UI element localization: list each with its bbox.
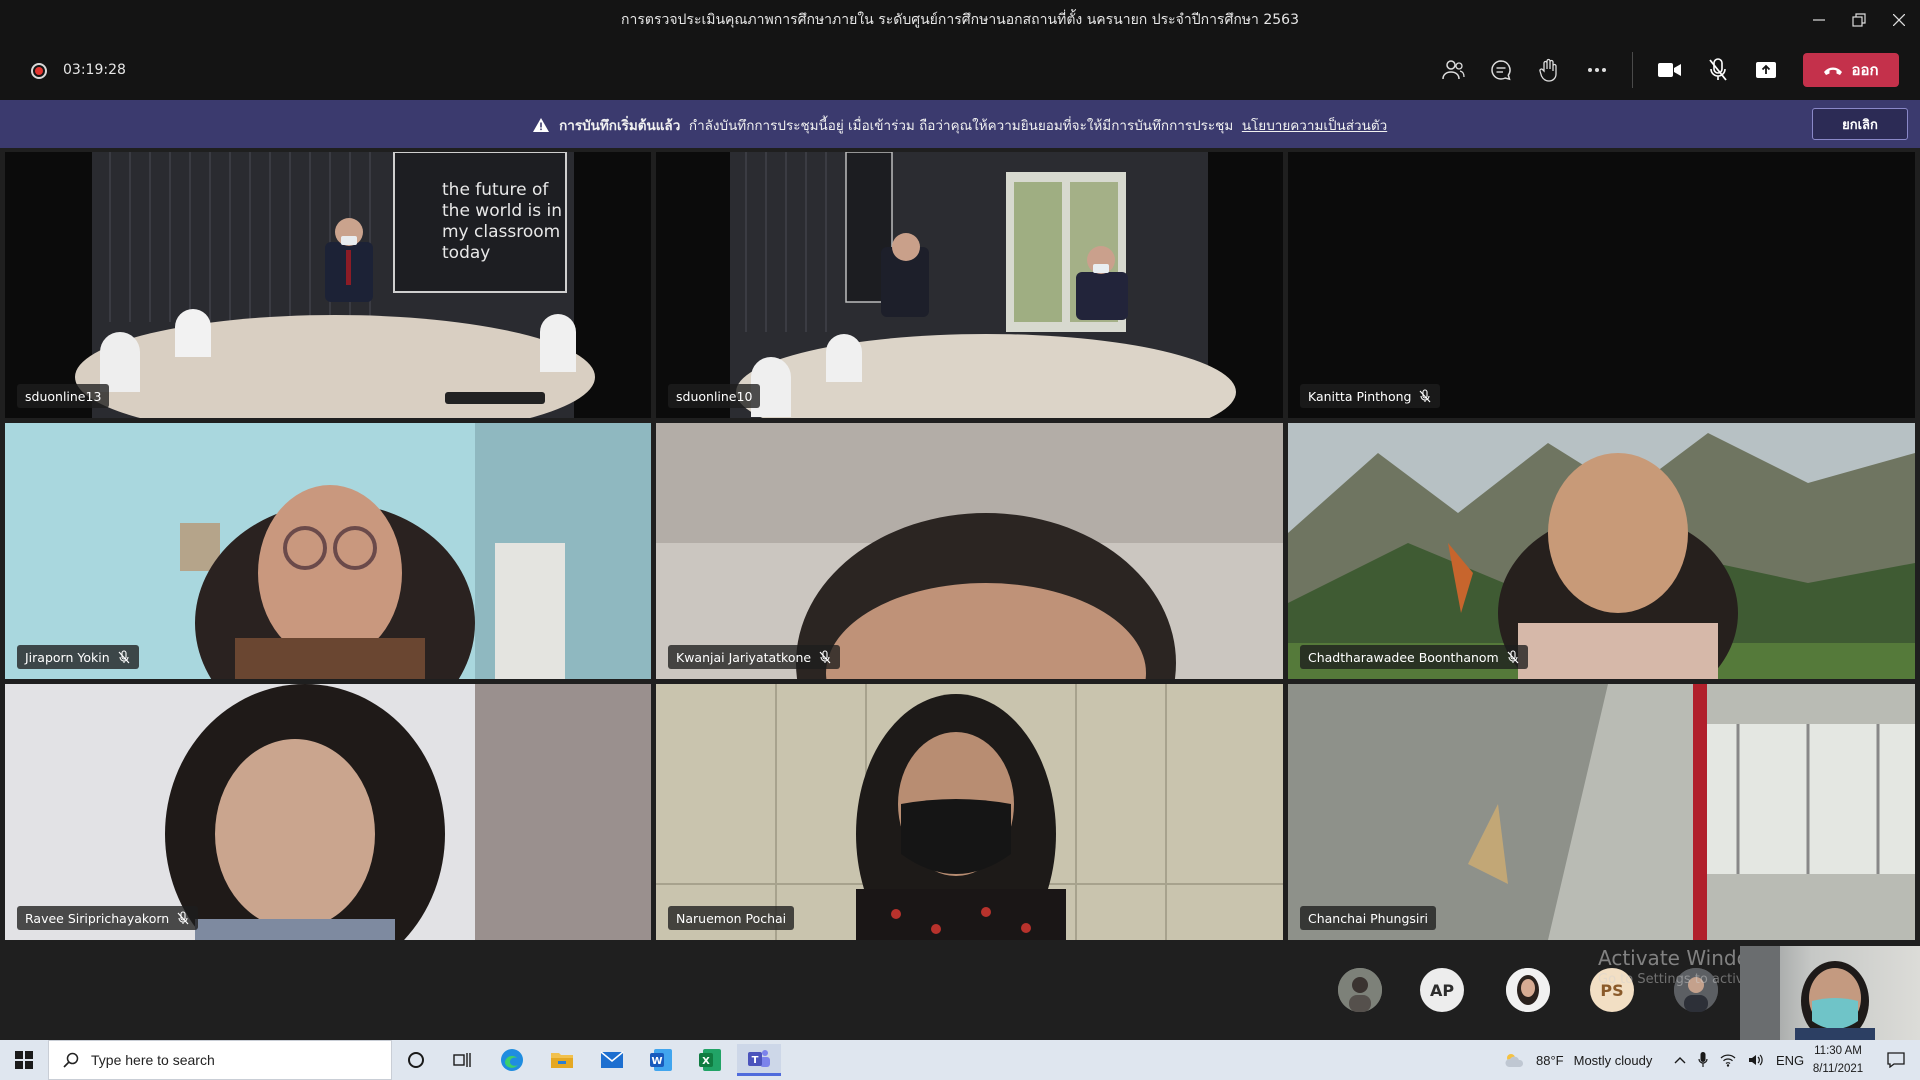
restore-icon[interactable] bbox=[1838, 0, 1880, 40]
participant-name: Naruemon Pochai bbox=[668, 906, 795, 930]
participant-video bbox=[656, 423, 1283, 679]
participant-video bbox=[5, 423, 651, 679]
video-tile[interactable]: Chanchai Phungsiri bbox=[1288, 684, 1915, 940]
video-tile[interactable]: Chadtharawadee Boonthanom bbox=[1288, 423, 1915, 679]
video-tile[interactable]: Kanitta Pinthong bbox=[1288, 152, 1915, 418]
close-icon[interactable] bbox=[1878, 0, 1920, 40]
participant-video bbox=[1288, 423, 1915, 679]
participant-avatar-initials[interactable]: AP bbox=[1420, 968, 1464, 1012]
conference-room-video bbox=[730, 152, 1236, 418]
chevron-up-icon[interactable] bbox=[1674, 1056, 1686, 1064]
phone-hangup-icon bbox=[1824, 67, 1843, 75]
svg-text:X: X bbox=[702, 1056, 710, 1067]
meeting-timer: 03:19:28 bbox=[63, 62, 126, 78]
wall-poster-text: the future of the world is in my classro… bbox=[442, 180, 562, 263]
participant-name: Chadtharawadee Boonthanom bbox=[1300, 645, 1528, 669]
warning-icon bbox=[532, 118, 549, 132]
task-view-icon[interactable] bbox=[441, 1044, 485, 1076]
microphone-icon[interactable] bbox=[1698, 1052, 1708, 1068]
participant-name: Chanchai Phungsiri bbox=[1300, 906, 1436, 930]
mic-off-icon bbox=[177, 911, 189, 925]
wifi-icon[interactable] bbox=[1720, 1053, 1736, 1067]
video-tile[interactable]: Naruemon Pochai bbox=[656, 684, 1283, 940]
camera-icon[interactable] bbox=[1650, 52, 1690, 88]
search-placeholder: Type here to search bbox=[91, 1052, 215, 1068]
edge-browser-icon[interactable] bbox=[490, 1044, 534, 1076]
title-bar: การตรวจประเมินคุณภาพการศึกษาภายใน ระดับศ… bbox=[0, 0, 1920, 40]
teams-icon[interactable]: T bbox=[737, 1044, 781, 1076]
dismiss-button[interactable]: ยกเลิก bbox=[1812, 108, 1908, 140]
video-tile[interactable]: Ravee Siriprichayakorn bbox=[5, 684, 651, 940]
banner-heading: การบันทึกเริ่มต้นแล้ว bbox=[559, 118, 681, 134]
taskbar-clock[interactable]: 11:30 AM 8/11/2021 bbox=[1805, 1042, 1871, 1078]
participant-name: Kanitta Pinthong bbox=[1300, 384, 1441, 408]
leave-label: ออก bbox=[1851, 61, 1879, 79]
video-tile[interactable]: sduonline10 bbox=[656, 152, 1283, 418]
cortana-icon[interactable] bbox=[394, 1044, 438, 1076]
leave-button[interactable]: ออก bbox=[1803, 53, 1899, 87]
excel-icon[interactable]: X bbox=[688, 1044, 732, 1076]
participant-video bbox=[1288, 684, 1915, 940]
word-icon[interactable]: W bbox=[639, 1044, 683, 1076]
participant-video bbox=[656, 684, 1283, 940]
privacy-policy-link[interactable]: นโยบายความเป็นส่วนตัว bbox=[1242, 118, 1387, 134]
volume-icon[interactable] bbox=[1748, 1053, 1764, 1067]
participants-icon[interactable] bbox=[1433, 52, 1473, 88]
more-options-icon[interactable] bbox=[1577, 52, 1617, 88]
mic-off-icon bbox=[1507, 650, 1519, 664]
recording-icon bbox=[31, 63, 47, 79]
recording-banner: การบันทึกเริ่มต้นแล้ว กำลังบันทึกการประช… bbox=[0, 100, 1920, 148]
windows-start-icon[interactable] bbox=[0, 1040, 48, 1080]
weather-condition: Mostly cloudy bbox=[1573, 1052, 1653, 1068]
mic-off-icon[interactable] bbox=[1698, 52, 1738, 88]
search-icon bbox=[63, 1052, 79, 1068]
video-tile[interactable]: Jiraporn Yokin bbox=[5, 423, 651, 679]
raise-hand-icon[interactable] bbox=[1529, 52, 1569, 88]
participant-name: Ravee Siriprichayakorn bbox=[17, 906, 199, 930]
clock-date: 8/11/2021 bbox=[1812, 1063, 1864, 1075]
input-language[interactable]: ENG bbox=[1776, 1053, 1804, 1068]
video-tile[interactable]: Kwanjai Jariyatatkone bbox=[656, 423, 1283, 679]
weather-temp: 88°F bbox=[1536, 1052, 1564, 1068]
banner-text: การบันทึกเริ่มต้นแล้ว กำลังบันทึกการประช… bbox=[0, 114, 1920, 136]
participant-name: Jiraporn Yokin bbox=[17, 645, 139, 669]
participant-avatar-photo[interactable] bbox=[1506, 968, 1550, 1012]
participant-name: Kwanjai Jariyatatkone bbox=[668, 645, 841, 669]
mic-off-icon bbox=[819, 650, 831, 664]
participant-video bbox=[5, 684, 651, 940]
minimize-icon[interactable] bbox=[1798, 0, 1840, 40]
mic-off-icon bbox=[1420, 389, 1431, 403]
system-tray: ENG bbox=[1674, 1040, 1804, 1080]
svg-text:T: T bbox=[752, 1055, 759, 1066]
participant-avatar-photo[interactable] bbox=[1338, 968, 1382, 1012]
share-screen-icon[interactable] bbox=[1746, 52, 1786, 88]
mic-off-icon bbox=[118, 650, 130, 664]
file-explorer-icon[interactable] bbox=[540, 1044, 584, 1076]
participant-name: sduonline10 bbox=[668, 384, 761, 408]
video-tile[interactable]: the future of the world is in my classro… bbox=[5, 152, 651, 418]
cloud-icon bbox=[1505, 1054, 1524, 1067]
window-title: การตรวจประเมินคุณภาพการศึกษาภายใน ระดับศ… bbox=[621, 12, 1299, 28]
self-view-image bbox=[1740, 946, 1875, 1042]
mail-icon[interactable] bbox=[590, 1044, 634, 1076]
clock-time: 11:30 AM bbox=[1814, 1045, 1862, 1057]
notifications-icon[interactable] bbox=[1876, 1044, 1916, 1076]
toolbar-divider bbox=[1632, 52, 1633, 88]
banner-message: กำลังบันทึกการประชุมนี้อยู่ เมื่อเข้าร่ว… bbox=[688, 118, 1234, 134]
chat-icon[interactable] bbox=[1481, 52, 1521, 88]
weather-widget[interactable]: 88°F Mostly cloudy bbox=[1504, 1040, 1652, 1080]
svg-text:W: W bbox=[651, 1056, 662, 1067]
self-view-video[interactable] bbox=[1740, 946, 1920, 1042]
taskbar-search[interactable]: Type here to search bbox=[48, 1040, 392, 1080]
participant-name: sduonline13 bbox=[17, 384, 110, 408]
